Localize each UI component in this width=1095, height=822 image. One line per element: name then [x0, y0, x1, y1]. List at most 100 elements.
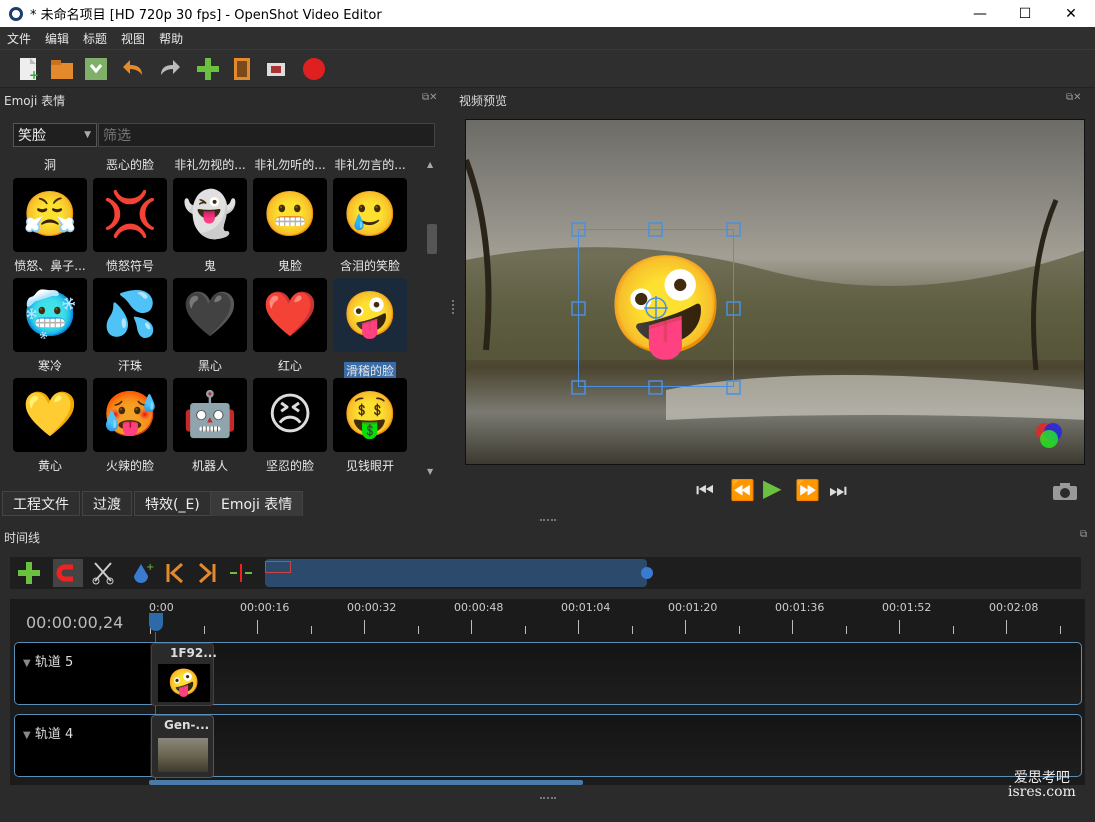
- ruler-label: 00:01:52: [882, 601, 932, 614]
- emoji-item[interactable]: 🥵 火辣的脸: [92, 378, 168, 476]
- watermark-line1: 爱思考吧: [1013, 770, 1070, 786]
- emoji-item[interactable]: 💢 愤怒符号: [92, 178, 168, 276]
- menu-edit[interactable]: 编辑: [38, 30, 76, 47]
- category-select[interactable]: 笑脸 ▼: [13, 123, 97, 147]
- play-icon[interactable]: ▶: [763, 474, 781, 502]
- splitter-handle[interactable]: [540, 519, 556, 522]
- razor-scissors-icon[interactable]: [90, 560, 116, 586]
- minimize-button[interactable]: —: [957, 0, 1003, 27]
- timeline-hscrollbar[interactable]: [149, 780, 583, 785]
- track-5[interactable]: ▼ 轨道 5 1F92... 🤪: [14, 642, 1082, 706]
- video-preview[interactable]: 🤪: [465, 119, 1085, 465]
- previous-marker-icon[interactable]: [162, 560, 188, 586]
- ruler-tick: [310, 626, 312, 634]
- emoji-thumbnail: 🤑: [333, 378, 407, 452]
- emoji-item[interactable]: 🥲 含泪的笑脸: [332, 178, 408, 276]
- tab-project-files[interactable]: 工程文件: [2, 491, 80, 516]
- fast-forward-icon[interactable]: ⏩: [795, 478, 820, 502]
- save-project-icon[interactable]: [82, 55, 110, 83]
- emoji-thumbnail: 💦: [93, 278, 167, 352]
- dock-float-close-icon[interactable]: ⧉✕: [422, 92, 438, 103]
- scroll-up-icon[interactable]: ▲: [427, 160, 433, 169]
- emoji-label: 黑心: [197, 359, 222, 373]
- emoji-item[interactable]: 💦 汗珠: [92, 278, 168, 376]
- ruler-tick: [364, 620, 365, 634]
- emoji-item[interactable]: 🤖 机器人: [172, 378, 248, 476]
- jump-start-icon[interactable]: ⏮: [696, 478, 714, 502]
- splitter-handle[interactable]: [540, 797, 556, 800]
- clip[interactable]: Gen-...: [151, 715, 214, 778]
- dock-float-icon[interactable]: ⧉: [1080, 529, 1087, 540]
- emoji-item[interactable]: 😤 愤怒、鼻子...: [12, 178, 88, 276]
- timeline-title: 时间线: [4, 530, 41, 545]
- scroll-thumb[interactable]: [427, 224, 437, 254]
- ruler-tick: [899, 620, 900, 634]
- dock-float-close-icon[interactable]: ⧉✕: [1066, 92, 1082, 103]
- menu-title[interactable]: 标题: [76, 30, 114, 47]
- ruler-label: 00:00:48: [454, 601, 504, 614]
- close-button[interactable]: ✕: [1048, 0, 1094, 27]
- track-4[interactable]: ▼ 轨道 4 Gen-...: [14, 714, 1082, 778]
- emoji-label: 愤怒、鼻子...: [14, 259, 86, 273]
- import-files-icon[interactable]: [194, 55, 222, 83]
- tab-transitions[interactable]: 过渡: [82, 491, 132, 516]
- center-playhead-icon[interactable]: [228, 560, 254, 586]
- track-label: ▼ 轨道 5: [15, 643, 150, 704]
- menu-bar: 文件 编辑 标题 视图 帮助: [0, 27, 1095, 50]
- emoji-item[interactable]: 🤑 见钱眼开: [332, 378, 408, 476]
- emoji-label: 非礼勿言的...: [334, 158, 406, 172]
- add-marker-icon[interactable]: +: [128, 560, 154, 586]
- next-marker-icon[interactable]: [194, 560, 220, 586]
- export-video-icon[interactable]: [300, 55, 328, 83]
- choose-profile-icon[interactable]: [228, 55, 256, 83]
- emoji-item[interactable]: 🤪 滑稽的脸: [332, 278, 408, 379]
- emoji-scrollbar[interactable]: ▲ ▼: [425, 158, 439, 478]
- filter-input[interactable]: [98, 123, 435, 147]
- jump-end-icon[interactable]: ⏭: [829, 478, 847, 502]
- emoji-thumbnail: 🤪: [333, 278, 407, 352]
- emoji-label: 见钱眼开: [345, 459, 394, 473]
- emoji-item[interactable]: 😣 坚忍的脸: [252, 378, 328, 476]
- transform-handles[interactable]: [466, 120, 1085, 465]
- snapping-magnet-icon[interactable]: [53, 559, 83, 587]
- tab-emoji[interactable]: Emoji 表情: [210, 491, 304, 516]
- emoji-item[interactable]: ❤️ 红心: [252, 278, 328, 376]
- clip[interactable]: 1F92... 🤪: [151, 643, 217, 706]
- emoji-label-selected: 滑稽的脸: [343, 362, 396, 379]
- category-select-value: 笑脸: [18, 128, 46, 144]
- open-project-icon[interactable]: [48, 55, 76, 83]
- ruler-label: 00:01:04: [561, 601, 611, 614]
- track-name: 轨道 5: [34, 655, 74, 670]
- maximize-button[interactable]: ☐: [1002, 0, 1048, 27]
- rewind-icon[interactable]: ⏪: [730, 478, 755, 502]
- emoji-item[interactable]: 👻 鬼: [172, 178, 248, 276]
- undo-icon[interactable]: [120, 55, 148, 83]
- emoji-item[interactable]: 💛 黄心: [12, 378, 88, 476]
- collapse-icon[interactable]: ▼: [23, 658, 31, 669]
- zoom-handle[interactable]: [641, 567, 653, 579]
- new-project-icon[interactable]: +: [14, 55, 42, 83]
- scroll-down-icon[interactable]: ▼: [427, 467, 433, 476]
- ruler-label: 00:02:08: [989, 601, 1039, 614]
- camera-icon[interactable]: [1052, 481, 1078, 501]
- splitter-handle[interactable]: [452, 300, 454, 314]
- emoji-thumbnail: 🤖: [173, 378, 247, 452]
- playhead-handle[interactable]: [149, 613, 163, 631]
- ruler-tick: [738, 626, 740, 634]
- redo-icon[interactable]: [155, 55, 183, 83]
- menu-help[interactable]: 帮助: [152, 30, 190, 47]
- fullscreen-icon[interactable]: [262, 55, 290, 83]
- add-track-icon[interactable]: [16, 560, 42, 586]
- collapse-icon[interactable]: ▼: [23, 730, 31, 741]
- menu-view[interactable]: 视图: [114, 30, 152, 47]
- zoom-slider[interactable]: [265, 559, 653, 587]
- tab-effects[interactable]: 特效(_E): [134, 491, 211, 516]
- emoji-thumbnail: ❤️: [253, 278, 327, 352]
- emoji-item[interactable]: 🖤 黑心: [172, 278, 248, 376]
- emoji-item[interactable]: 🥶 寒冷: [12, 278, 88, 376]
- emoji-label: 寒冷: [37, 359, 62, 373]
- menu-file[interactable]: 文件: [0, 30, 38, 47]
- emoji-label: 火辣的脸: [105, 459, 154, 473]
- emoji-thumbnail: 👻: [173, 178, 247, 252]
- emoji-item[interactable]: 😬 鬼脸: [252, 178, 328, 276]
